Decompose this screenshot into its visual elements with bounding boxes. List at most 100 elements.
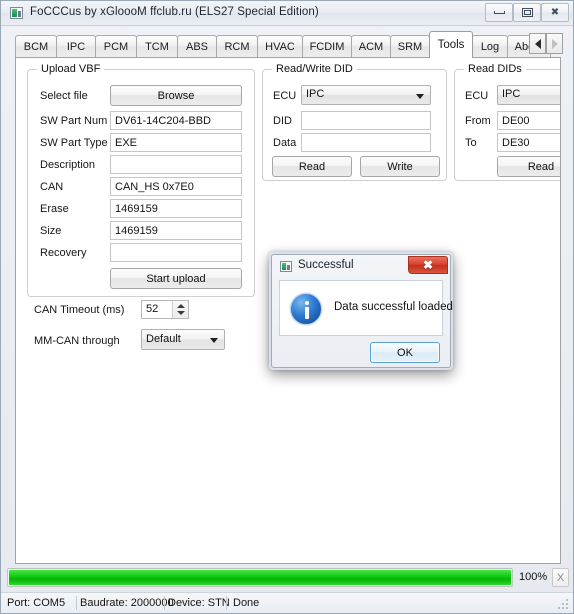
group-read-dids: Read DIDs ECU IPC From DE00 To DE30 Read bbox=[454, 63, 560, 181]
input-erase[interactable]: 1469159 bbox=[110, 199, 242, 218]
dialog-ok-button[interactable]: OK bbox=[370, 342, 440, 363]
label-did: DID bbox=[273, 115, 292, 127]
scroll-left-arrow-icon bbox=[534, 38, 541, 49]
status-divider bbox=[226, 596, 227, 610]
progress-row: 100% X bbox=[7, 567, 569, 589]
dialog-message: Data successful loaded bbox=[334, 301, 453, 313]
minimize-button[interactable] bbox=[485, 3, 513, 22]
progress-bar-fill bbox=[9, 570, 511, 585]
dialog-close-button[interactable]: ✖ bbox=[408, 256, 448, 274]
tab-abs[interactable]: ABS bbox=[177, 35, 217, 57]
group-upload-vbf: Upload VBF Select file Browse SW Part Nu… bbox=[27, 63, 255, 297]
status-device: Device: STN bbox=[168, 597, 230, 609]
group-title-read-write-did: Read/Write DID bbox=[272, 63, 357, 75]
tab-tcm[interactable]: TCM bbox=[136, 35, 178, 57]
minimize-icon bbox=[486, 4, 512, 21]
input-size[interactable]: 1469159 bbox=[110, 221, 242, 240]
maximize-button[interactable] bbox=[513, 3, 541, 22]
spinner-up-icon[interactable] bbox=[177, 304, 185, 308]
tab-srm[interactable]: SRM bbox=[390, 35, 430, 57]
tab-label: PCM bbox=[103, 40, 129, 53]
input-sw-part-num[interactable]: DV61-14C204-BBD bbox=[110, 111, 242, 130]
label-can: CAN bbox=[40, 181, 64, 193]
input-can-timeout[interactable]: 52 bbox=[141, 300, 189, 319]
input-sw-part-type[interactable]: EXE bbox=[110, 133, 242, 152]
input-to[interactable]: DE30 bbox=[497, 133, 560, 152]
input-can[interactable]: CAN_HS 0x7E0 bbox=[110, 177, 242, 196]
label-recovery: Recovery bbox=[40, 247, 87, 259]
application-window: FoCCCus by xGloooM ffclub.ru (ELS27 Spec… bbox=[0, 0, 574, 614]
input-recovery[interactable] bbox=[110, 243, 242, 262]
label-sw-part-num: SW Part Num bbox=[40, 115, 108, 127]
app-window-icon bbox=[10, 7, 23, 19]
dialog-title-bar: Successful ✖ bbox=[272, 255, 450, 278]
resize-grip-icon[interactable] bbox=[558, 599, 570, 611]
tab-bar: BCM IPC PCM TCM ABS RCM HVAC FCDIM ACM SRM Tools Lo… bbox=[15, 31, 563, 58]
tab-fcdim[interactable]: FCDIM bbox=[302, 35, 352, 57]
select-readdids-ecu[interactable]: IPC bbox=[497, 85, 560, 105]
close-button[interactable]: ✖ bbox=[541, 3, 569, 22]
input-data[interactable] bbox=[301, 133, 431, 152]
select-rwdid-ecu[interactable]: IPC bbox=[301, 85, 431, 105]
status-divider bbox=[164, 596, 165, 610]
label-from: From bbox=[465, 115, 491, 127]
label-to: To bbox=[465, 137, 477, 149]
status-bar: Port: COM5 Baudrate: 2000000 Device: STN… bbox=[1, 592, 573, 613]
status-baudrate: Baudrate: 2000000 bbox=[80, 597, 174, 609]
dialog-successful: Successful ✖ Data successful loaded OK bbox=[271, 254, 453, 368]
tab-ipc[interactable]: IPC bbox=[56, 35, 96, 57]
read-did-button[interactable]: Read bbox=[272, 156, 352, 177]
label-data: Data bbox=[273, 137, 297, 149]
label-select-file: Select file bbox=[40, 90, 88, 102]
progress-cancel-button[interactable]: X bbox=[552, 568, 569, 587]
tab-label: RCM bbox=[224, 40, 250, 53]
tab-rcm[interactable]: RCM bbox=[216, 35, 258, 57]
maximize-icon bbox=[514, 4, 540, 21]
status-state: Done bbox=[233, 597, 260, 609]
label-sw-part-type: SW Part Type bbox=[40, 137, 108, 149]
tab-label: BCM bbox=[23, 40, 49, 53]
scroll-right-arrow-icon bbox=[551, 38, 558, 49]
label-erase: Erase bbox=[40, 203, 69, 215]
tab-label: SRM bbox=[397, 40, 423, 53]
select-readdids-ecu-value: IPC bbox=[502, 88, 521, 100]
tab-label: Tools bbox=[437, 39, 465, 51]
tab-tools[interactable]: Tools bbox=[429, 31, 473, 58]
dialog-title: Successful bbox=[298, 259, 354, 271]
label-readdids-ecu: ECU bbox=[465, 90, 489, 102]
input-from[interactable]: DE00 bbox=[497, 111, 560, 130]
dialog-body: Data successful loaded bbox=[279, 280, 453, 336]
close-icon: ✖ bbox=[550, 6, 560, 18]
select-mm-can-through[interactable]: Default bbox=[141, 329, 225, 350]
dialog-window-icon bbox=[280, 261, 292, 272]
status-port: Port: COM5 bbox=[7, 597, 66, 609]
spinner-buttons[interactable] bbox=[172, 301, 188, 318]
browse-button[interactable]: Browse bbox=[110, 85, 242, 106]
group-title-read-dids: Read DIDs bbox=[464, 63, 526, 75]
input-did[interactable] bbox=[301, 111, 431, 130]
chevron-down-icon bbox=[210, 338, 218, 343]
progress-percent-label: 100% bbox=[519, 571, 548, 583]
tab-acm[interactable]: ACM bbox=[351, 35, 391, 57]
group-title-upload-vbf: Upload VBF bbox=[37, 63, 105, 75]
tab-scroll-left-button[interactable] bbox=[529, 33, 546, 54]
write-did-button[interactable]: Write bbox=[360, 156, 440, 177]
group-read-write-did: Read/Write DID ECU IPC DID Data Read Wri… bbox=[262, 63, 447, 181]
tab-log[interactable]: Log bbox=[472, 35, 508, 57]
tab-label: Log bbox=[480, 40, 500, 53]
input-description[interactable] bbox=[110, 155, 242, 174]
start-upload-button[interactable]: Start upload bbox=[110, 268, 242, 289]
select-rwdid-ecu-value: IPC bbox=[306, 88, 325, 100]
tab-hvac[interactable]: HVAC bbox=[257, 35, 303, 57]
information-icon bbox=[290, 293, 322, 325]
spinner-down-icon[interactable] bbox=[177, 311, 185, 315]
chevron-down-icon bbox=[416, 94, 424, 99]
tab-bcm[interactable]: BCM bbox=[15, 35, 57, 57]
tab-label: ACM bbox=[358, 40, 384, 53]
select-mm-can-value: Default bbox=[146, 333, 181, 345]
tab-pcm[interactable]: PCM bbox=[95, 35, 137, 57]
status-divider bbox=[76, 596, 77, 610]
read-dids-button[interactable]: Read bbox=[497, 156, 560, 177]
tab-scroll-right-button[interactable] bbox=[546, 33, 563, 54]
tab-label: ABS bbox=[185, 40, 208, 53]
